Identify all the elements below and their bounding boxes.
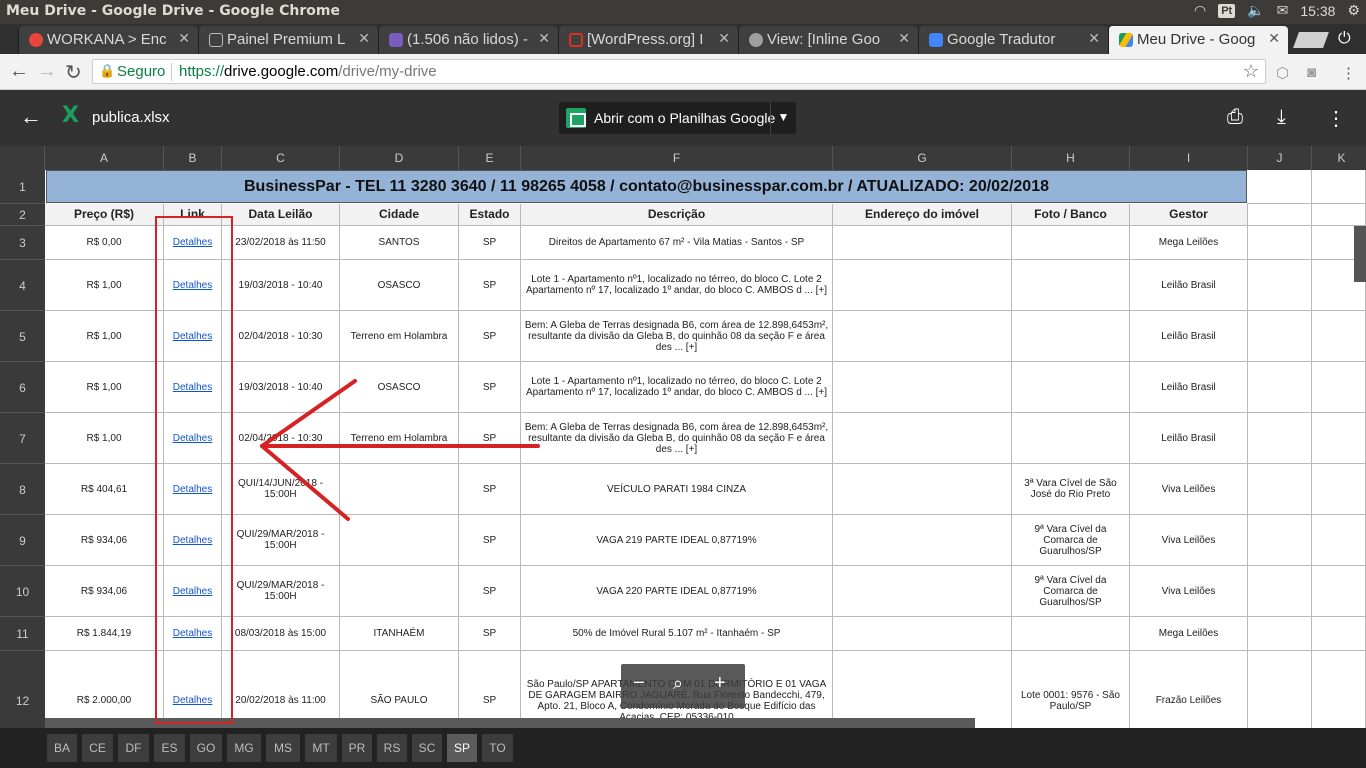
screen: Meu Drive - Google Drive - Google Chrome…	[0, 0, 1366, 768]
annotation-arrow	[260, 379, 540, 521]
